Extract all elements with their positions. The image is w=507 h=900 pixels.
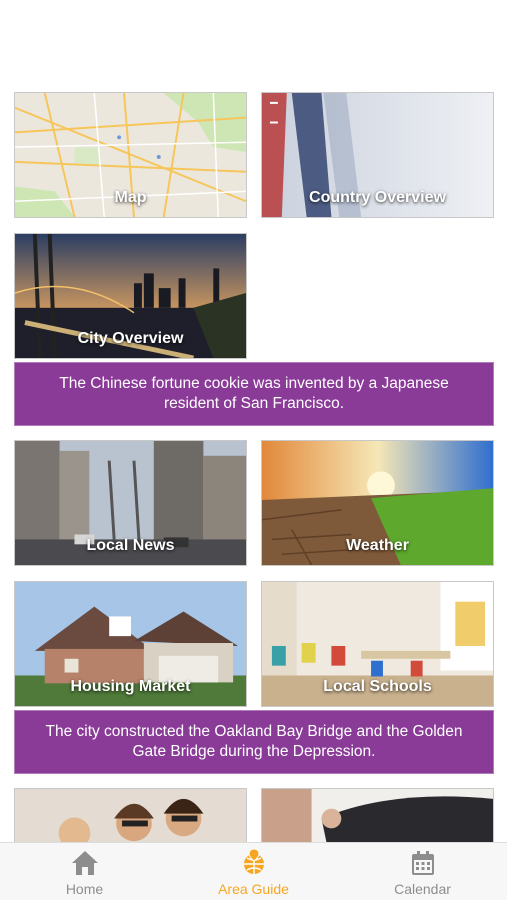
fun-fact-banner: The Chinese fortune cookie was invented …: [14, 362, 494, 426]
tab-home-label: Home: [65, 881, 104, 897]
local-news-tile[interactable]: Local News: [14, 440, 247, 566]
calendar-icon: [411, 851, 434, 875]
housing-market-label: Housing Market: [70, 678, 191, 695]
local-news-label: Local News: [86, 537, 175, 554]
fun-fact-banner: The city constructed the Oakland Bay Bri…: [14, 710, 494, 774]
country-overview-label: Country Overview: [309, 189, 446, 206]
globe-pin-icon: [243, 849, 264, 874]
tab-home[interactable]: Home: [0, 843, 169, 900]
city-overview-label: City Overview: [77, 330, 184, 347]
map-label: Map: [114, 189, 147, 206]
map-tile[interactable]: Map: [14, 92, 247, 218]
local-schools-label: Local Schools: [323, 678, 432, 695]
home-icon: [71, 851, 98, 875]
local-schools-tile[interactable]: Local Schools: [261, 581, 494, 707]
country-overview-tile[interactable]: Country Overview: [261, 92, 494, 218]
housing-market-tile[interactable]: Housing Market: [14, 581, 247, 707]
bottom-tab-bar: Home Area Guide Calendar: [0, 842, 507, 900]
city-overview-tile[interactable]: City Overview: [14, 233, 247, 359]
tab-calendar[interactable]: Calendar: [338, 843, 507, 900]
tab-area-guide-label: Area Guide: [218, 881, 289, 897]
weather-tile[interactable]: Weather: [261, 440, 494, 566]
tab-calendar-label: Calendar: [394, 881, 451, 897]
tab-area-guide[interactable]: Area Guide: [169, 843, 338, 900]
weather-label: Weather: [346, 537, 409, 554]
